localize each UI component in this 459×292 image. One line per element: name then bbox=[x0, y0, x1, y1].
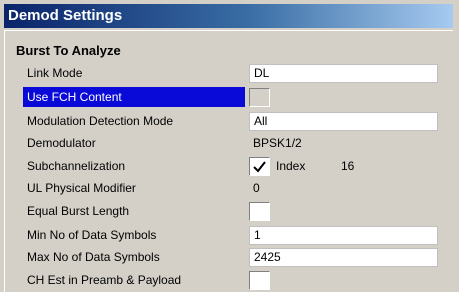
subchannelization-index-label: Index bbox=[276, 159, 306, 173]
row-min-data-symbols: Min No of Data Symbols 1 bbox=[23, 225, 443, 245]
ch-est-preamb-payload-label: CH Est in Preamb & Payload bbox=[27, 273, 182, 287]
row-ch-est-preamb-payload: CH Est in Preamb & Payload bbox=[23, 270, 443, 290]
window-title: Demod Settings bbox=[4, 4, 453, 28]
demodulator-value: BPSK1/2 bbox=[253, 136, 302, 150]
subchannelization-checkbox[interactable] bbox=[249, 157, 270, 176]
ul-physical-modifier-label: UL Physical Modifier bbox=[27, 181, 136, 195]
max-data-symbols-field[interactable]: 2425 bbox=[249, 248, 438, 267]
max-data-symbols-label: Max No of Data Symbols bbox=[27, 250, 160, 264]
equal-burst-length-label: Equal Burst Length bbox=[27, 204, 130, 218]
subchannelization-label: Subchannelization bbox=[27, 159, 126, 173]
link-mode-field[interactable]: DL bbox=[249, 64, 438, 83]
checkmark-icon bbox=[253, 161, 266, 173]
use-fch-content-label[interactable]: Use FCH Content bbox=[23, 87, 245, 107]
subchannelization-index-value: 16 bbox=[341, 159, 355, 173]
use-fch-content-checkbox[interactable] bbox=[249, 88, 270, 107]
ch-est-preamb-payload-checkbox[interactable] bbox=[249, 271, 270, 290]
row-subchannelization: Subchannelization Index 16 bbox=[23, 156, 443, 176]
row-max-data-symbols: Max No of Data Symbols 2425 bbox=[23, 247, 443, 267]
row-ul-physical-modifier: UL Physical Modifier 0 bbox=[23, 178, 443, 198]
demodulator-label: Demodulator bbox=[27, 136, 96, 150]
modulation-detection-mode-field[interactable]: All bbox=[249, 112, 438, 131]
equal-burst-length-checkbox[interactable] bbox=[249, 202, 270, 221]
section-title: Burst To Analyze bbox=[16, 43, 121, 58]
ul-physical-modifier-value: 0 bbox=[253, 181, 260, 195]
min-data-symbols-field[interactable]: 1 bbox=[249, 226, 438, 245]
row-demodulator: Demodulator BPSK1/2 bbox=[23, 133, 443, 153]
min-data-symbols-label: Min No of Data Symbols bbox=[27, 228, 157, 242]
row-use-fch-content: Use FCH Content bbox=[23, 87, 443, 107]
row-modulation-detection-mode: Modulation Detection Mode All bbox=[23, 111, 443, 131]
modulation-detection-mode-label: Modulation Detection Mode bbox=[27, 114, 174, 128]
link-mode-label: Link Mode bbox=[27, 66, 83, 80]
row-link-mode: Link Mode DL bbox=[23, 63, 443, 83]
row-equal-burst-length: Equal Burst Length bbox=[23, 201, 443, 221]
